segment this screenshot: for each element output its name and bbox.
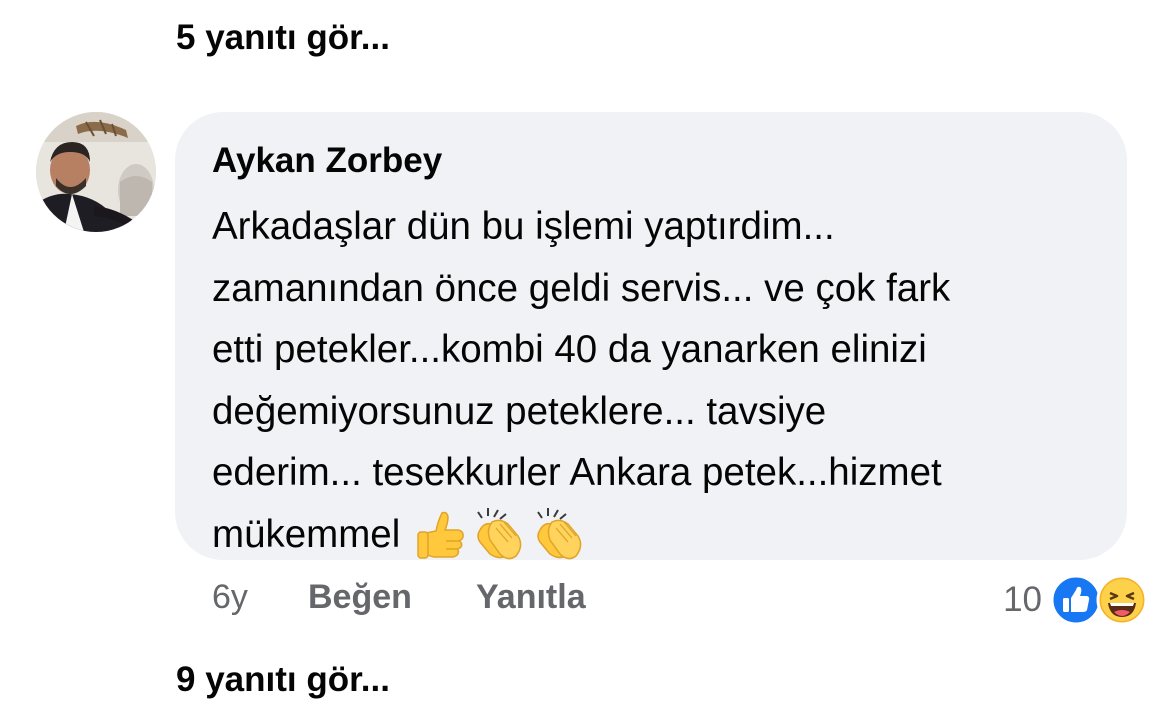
comment-timestamp[interactable]: 6y bbox=[212, 578, 248, 617]
reply-button[interactable]: Yanıtla bbox=[476, 578, 586, 617]
like-button[interactable]: Beğen bbox=[308, 578, 412, 617]
avatar-photo bbox=[36, 112, 156, 232]
see-replies-link-bottom[interactable]: 9 yanıtı gör... bbox=[176, 660, 390, 700]
haha-reaction-icon bbox=[1096, 574, 1148, 626]
avatar[interactable] bbox=[36, 112, 156, 232]
comment-text-last-line: mükemmel bbox=[212, 504, 1097, 566]
reactions-summary[interactable]: 10 bbox=[1003, 574, 1148, 626]
clapping-hands-icon bbox=[537, 508, 582, 560]
comment-text-line: zamanından önce geldi servis... ve çok f… bbox=[212, 266, 951, 310]
comment-text-line: ederim... tesekkurler Ankara petek...hiz… bbox=[212, 451, 942, 494]
comment-emojis bbox=[414, 506, 592, 562]
comment-text-line: etti petekler...kombi 40 da yanarken eli… bbox=[212, 328, 927, 371]
comment-bubble: Aykan Zorbey Arkadaşlar dün bu işlemi ya… bbox=[175, 112, 1127, 560]
thumbs-up-icon bbox=[417, 512, 465, 559]
clapping-hands-icon bbox=[477, 508, 522, 560]
comment-text-line: değemiyorsunuz peteklere... tavsiye bbox=[212, 389, 827, 433]
comment-text-line: Arkadaşlar dün bu işlemi yaptırdim... bbox=[212, 205, 835, 248]
comment-thread: 5 yanıtı gör... Aykan Zorbey Arkadaşlar … bbox=[0, 0, 1170, 720]
comment-text-line: mükemmel bbox=[212, 512, 401, 556]
like-reaction-icon bbox=[1050, 574, 1102, 626]
reaction-count: 10 bbox=[1003, 580, 1042, 619]
comment-author-name[interactable]: Aykan Zorbey bbox=[212, 140, 1097, 182]
see-replies-link-top[interactable]: 5 yanıtı gör... bbox=[176, 18, 390, 58]
